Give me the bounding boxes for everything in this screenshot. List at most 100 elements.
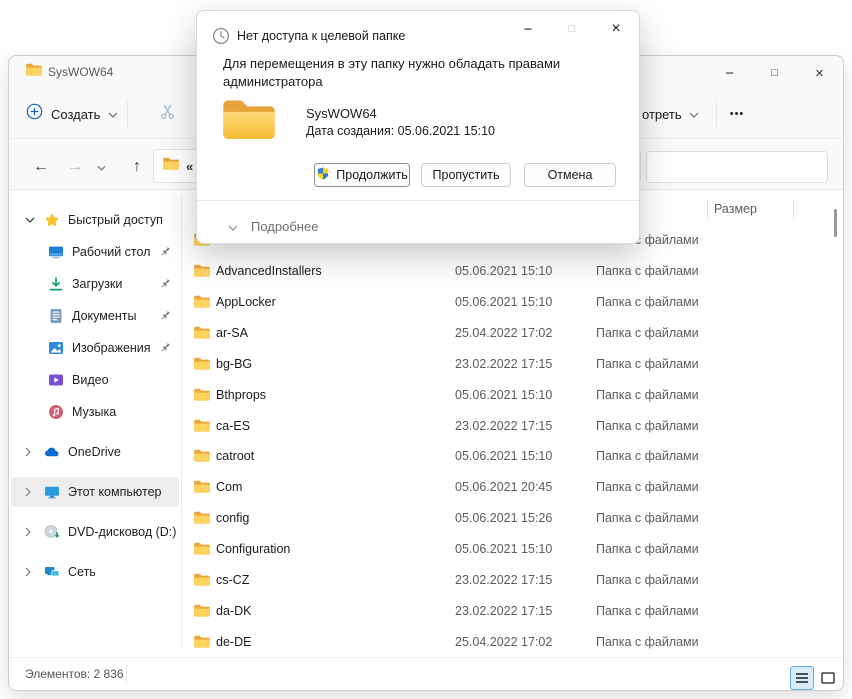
file-date: 05.06.2021 20:45 [455, 480, 553, 494]
scissors-icon [158, 102, 177, 126]
explorer-close-button[interactable]: × [797, 57, 842, 89]
star-icon [44, 212, 60, 228]
scrollbar-thumb[interactable] [834, 209, 837, 237]
sidebar-item-desktop[interactable]: Рабочий стол [11, 237, 179, 267]
file-date: 05.06.2021 15:26 [455, 511, 553, 525]
dialog-maximize-button[interactable]: □ [550, 12, 594, 46]
sidebar-item-this-pc[interactable]: Этот компьютер [11, 477, 179, 507]
table-row[interactable]: AdvancedInstallers 05.06.2021 15:10 Папк… [185, 256, 833, 287]
search-input[interactable] [647, 152, 827, 182]
back-button[interactable]: ← [25, 151, 57, 183]
table-row[interactable]: bg-BG 23.02.2022 17:15 Папка с файлами [185, 349, 833, 380]
skip-button[interactable]: Пропустить [421, 163, 511, 187]
new-button-label: Создать [51, 106, 101, 122]
dialog-minimize-button[interactable]: − [506, 12, 550, 46]
file-name: Com [216, 480, 243, 494]
file-date: 05.06.2021 15:10 [455, 264, 553, 278]
file-name: catroot [216, 449, 255, 463]
file-date: 05.06.2021 15:10 [455, 388, 553, 402]
file-type: Папка с файлами [596, 573, 699, 587]
file-type: Папка с файлами [596, 449, 699, 463]
forward-button[interactable]: → [59, 151, 91, 183]
recent-locations-button[interactable] [93, 160, 109, 176]
access-denied-dialog: Нет доступа к целевой папке − □ × Для пе… [196, 10, 640, 244]
sidebar-item-downloads[interactable]: Загрузки [11, 269, 179, 299]
file-name: AdvancedInstallers [216, 264, 322, 278]
download-icon [48, 276, 64, 292]
file-name: bg-BG [216, 357, 253, 371]
plus-circle-icon [26, 103, 43, 125]
chevron-right-icon[interactable] [25, 567, 35, 577]
file-date: 23.02.2022 17:15 [455, 357, 553, 371]
cut-button[interactable] [151, 98, 183, 130]
chevron-down-icon [228, 219, 238, 234]
table-row[interactable]: de-DE 25.04.2022 17:02 Папка с файлами [185, 627, 833, 658]
table-row[interactable]: catroot 05.06.2021 15:10 Папка с файлами [185, 441, 833, 472]
table-row[interactable]: config 05.06.2021 15:26 Папка с файлами [185, 503, 833, 534]
more-options-button[interactable]: ••• [720, 98, 754, 130]
column-separator[interactable] [793, 199, 794, 218]
document-icon [48, 308, 64, 324]
explorer-maximize-button[interactable]: □ [752, 57, 797, 89]
folder-icon [194, 388, 210, 406]
table-row[interactable]: da-DK 23.02.2022 17:15 Папка с файлами [185, 596, 833, 627]
file-type: Папка с файлами [596, 295, 699, 309]
sidebar-item-onedrive[interactable]: OneDrive [11, 437, 179, 467]
table-row[interactable]: cs-CZ 23.02.2022 17:15 Папка с файлами [185, 565, 833, 596]
up-button[interactable]: ↑ [121, 151, 153, 183]
pin-icon [159, 246, 171, 258]
continue-button[interactable]: Продолжить [314, 163, 410, 187]
sidebar-item-dvd-drive[interactable]: DVD-дисковод (D:) [11, 517, 179, 547]
details-view-button[interactable] [790, 666, 814, 690]
file-type: Папка с файлами [596, 604, 699, 618]
table-row[interactable]: AppLocker 05.06.2021 15:10 Папка с файла… [185, 287, 833, 318]
window-tab-folder-icon [26, 63, 42, 81]
file-date: 23.02.2022 17:15 [455, 573, 553, 587]
file-type: Папка с файлами [596, 542, 699, 556]
chevron-down-icon[interactable] [25, 217, 35, 223]
dialog-title: Нет доступа к целевой папке [237, 29, 406, 43]
sidebar-item-network[interactable]: Сеть [11, 557, 179, 587]
table-row[interactable]: ar-SA 25.04.2022 17:02 Папка с файлами [185, 318, 833, 349]
table-row[interactable]: Configuration 05.06.2021 15:10 Папка с ф… [185, 534, 833, 565]
chevron-right-icon[interactable] [25, 527, 35, 537]
address-folder-icon [163, 157, 179, 175]
sidebar-item-music[interactable]: Музыка [11, 397, 179, 427]
video-icon [48, 372, 64, 388]
window-title: SysWOW64 [48, 65, 114, 79]
explorer-minimize-button[interactable]: − [707, 57, 752, 89]
toolbar-separator [127, 102, 128, 127]
file-name: cs-CZ [216, 573, 250, 587]
table-row[interactable]: ca-ES 23.02.2022 17:15 Папка с файлами [185, 411, 833, 442]
chevron-right-icon[interactable] [25, 487, 35, 497]
computer-icon [44, 484, 60, 500]
sidebar-item-pictures[interactable]: Изображения [11, 333, 179, 363]
music-icon [48, 404, 64, 420]
details-expander[interactable]: Подробнее [228, 219, 318, 234]
file-name: ar-SA [216, 326, 248, 340]
network-icon [44, 564, 60, 580]
sidebar-item-quick-access[interactable]: Быстрый доступ [11, 205, 179, 235]
file-name: config [216, 511, 250, 525]
table-row[interactable]: Bthprops 05.06.2021 15:10 Папка с файлам… [185, 380, 833, 411]
address-collapse-glyph[interactable]: « [186, 159, 193, 174]
chevron-right-icon[interactable] [25, 447, 35, 457]
table-row[interactable]: Com 05.06.2021 20:45 Папка с файлами [185, 472, 833, 503]
dialog-folder-created: Дата создания: 05.06.2021 15:10 [306, 124, 495, 138]
status-bar: Элементов: 2 836 [9, 657, 843, 690]
sidebar-item-videos[interactable]: Видео [11, 365, 179, 395]
cancel-button[interactable]: Отмена [524, 163, 616, 187]
column-separator[interactable] [707, 199, 708, 218]
file-date: 23.02.2022 17:15 [455, 419, 553, 433]
sidebar-item-documents[interactable]: Документы [11, 301, 179, 331]
new-button[interactable]: Создать [26, 98, 118, 130]
dialog-close-button[interactable]: × [594, 12, 638, 46]
file-name: Configuration [216, 542, 291, 556]
large-icons-view-button[interactable] [816, 666, 840, 690]
file-name: AppLocker [216, 295, 276, 309]
pictures-icon [48, 340, 64, 356]
dialog-separator [197, 200, 639, 201]
column-header-size[interactable]: Размер [714, 202, 757, 216]
view-button[interactable]: отреть [642, 98, 699, 130]
folder-icon [194, 357, 210, 375]
